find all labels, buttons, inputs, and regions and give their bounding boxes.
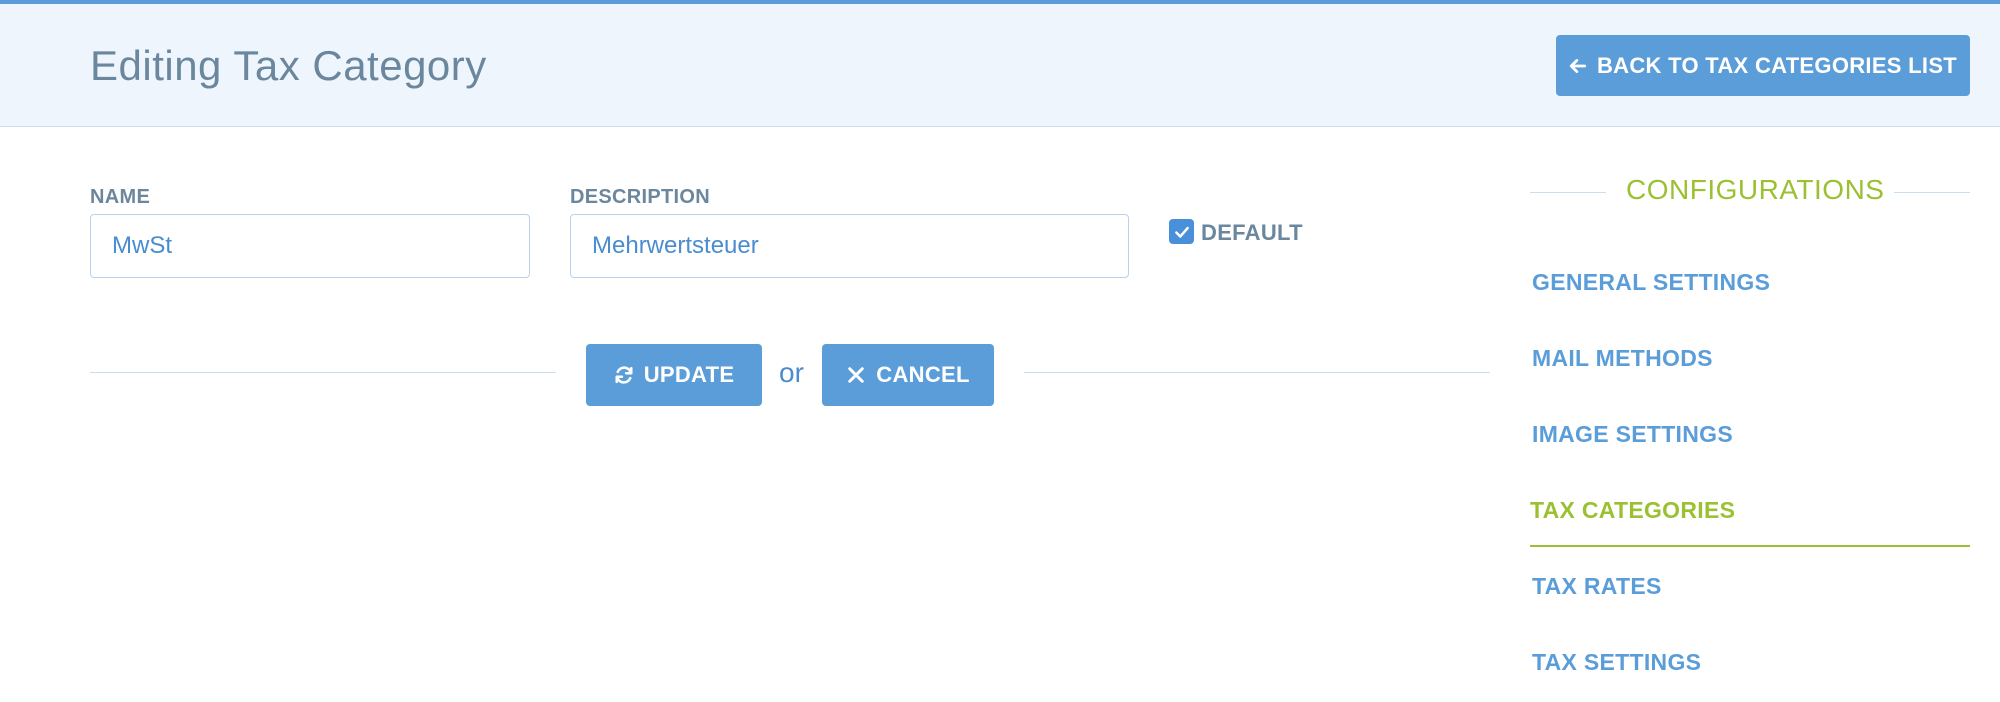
- close-icon: [848, 367, 865, 383]
- checkmark-icon: [1174, 226, 1189, 238]
- sidebar-item-tax-categories[interactable]: TAX CATEGORIES: [1530, 497, 1735, 524]
- refresh-icon: [615, 366, 633, 384]
- or-separator: or: [779, 357, 804, 388]
- sidebar-item-tax-rates[interactable]: TAX RATES: [1532, 573, 1662, 600]
- update-button-label: UPDATE: [643, 362, 735, 387]
- update-button[interactable]: UPDATE: [586, 344, 762, 406]
- arrow-left-icon: [1569, 58, 1587, 73]
- description-label: DESCRIPTION: [570, 186, 710, 208]
- sidebar-item-general-settings[interactable]: GENERAL SETTINGS: [1532, 269, 1770, 296]
- sidebar-heading-rule-right: [1894, 192, 1970, 193]
- divider-right: [1024, 372, 1490, 373]
- cancel-button-label: CANCEL: [876, 362, 970, 387]
- divider-left: [90, 372, 556, 373]
- page-header: Editing Tax Category BACK TO TAX CATEGOR…: [0, 4, 2000, 127]
- name-label: NAME: [90, 186, 151, 208]
- back-button-label: BACK TO TAX CATEGORIES LIST: [1596, 52, 1958, 78]
- default-checkbox[interactable]: [1169, 219, 1194, 244]
- page-title: Editing Tax Category: [90, 42, 487, 89]
- sidebar-heading-rule-left: [1530, 192, 1606, 193]
- default-label: DEFAULT: [1201, 220, 1303, 245]
- sidebar-item-tax-settings[interactable]: TAX SETTINGS: [1532, 649, 1701, 676]
- sidebar-item-image-settings[interactable]: IMAGE SETTINGS: [1532, 421, 1733, 448]
- sidebar-heading: CONFIGURATIONS: [1626, 174, 1885, 205]
- description-input[interactable]: [570, 214, 1129, 278]
- back-to-tax-categories-button[interactable]: BACK TO TAX CATEGORIES LIST: [1556, 35, 1970, 96]
- cancel-button[interactable]: CANCEL: [822, 344, 994, 406]
- sidebar-item-mail-methods[interactable]: MAIL METHODS: [1532, 345, 1713, 372]
- name-input[interactable]: [90, 214, 530, 278]
- active-item-underline: [1530, 545, 1970, 547]
